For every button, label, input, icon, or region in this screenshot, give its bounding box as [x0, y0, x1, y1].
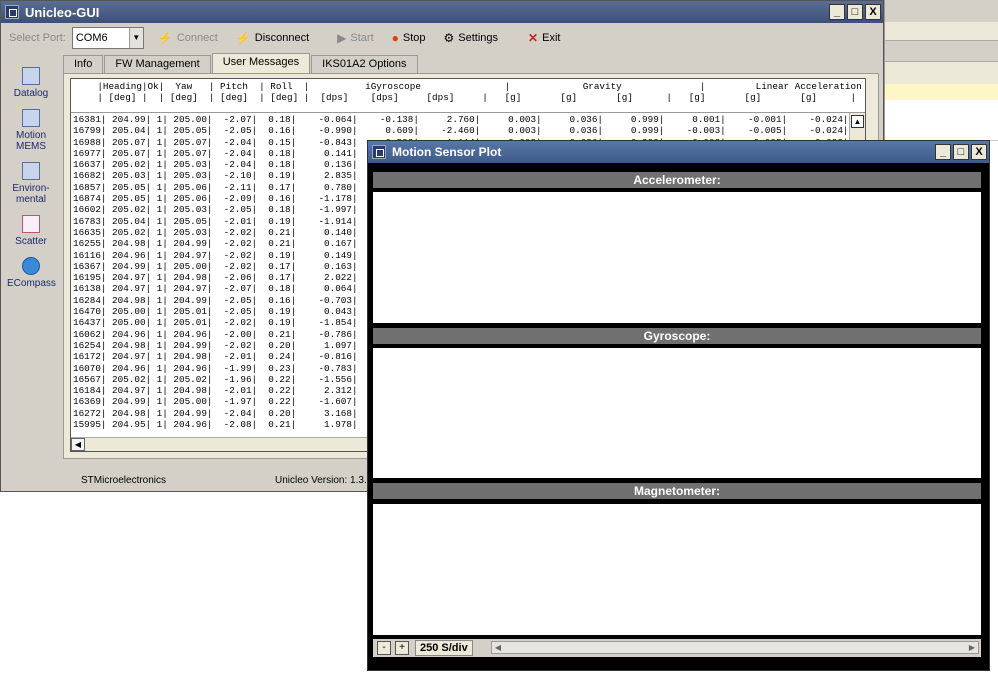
scatter-icon: [22, 215, 40, 233]
chevron-down-icon[interactable]: ▼: [128, 28, 143, 48]
start-label: Start: [350, 32, 374, 44]
compass-icon: [22, 257, 40, 275]
sidebar-item-label: Motion MEMS: [15, 130, 46, 152]
unplug-icon: ⚡: [235, 31, 251, 45]
plot-app-icon: [372, 145, 386, 159]
gyroscope-title: Gyroscope:: [373, 328, 981, 344]
chart-icon: [22, 162, 40, 180]
magnetometer-title: Magnetometer:: [373, 483, 981, 499]
sidebar-item-label: ECompass: [7, 278, 56, 289]
header-line: |Heading|Ok| Yaw | Pitch | Roll | iGyros…: [75, 81, 866, 92]
sidebar-item-motion-mems[interactable]: Motion MEMS: [7, 109, 55, 152]
gyroscope-plot-area[interactable]: [373, 348, 981, 478]
tab-iks01a2-options[interactable]: IKS01A2 Options: [311, 55, 418, 73]
stop-button[interactable]: ● Stop: [392, 31, 426, 45]
port-value: COM6: [75, 32, 108, 44]
tab-fw-management[interactable]: FW Management: [104, 55, 211, 73]
stop-label: Stop: [402, 32, 426, 44]
sidebar-item-scatter[interactable]: Scatter: [7, 215, 55, 247]
plot-window-title: Motion Sensor Plot: [392, 145, 502, 159]
connect-button[interactable]: ⚡ Connect: [158, 31, 218, 45]
sidebar-item-label: Datalog: [13, 88, 49, 99]
play-icon: ▶: [337, 31, 347, 45]
sidebar-item-datalog[interactable]: Datalog: [7, 67, 55, 99]
plug-icon: ⚡: [157, 31, 173, 45]
app-icon: [5, 5, 19, 19]
accelerometer-plot-area[interactable]: [373, 192, 981, 323]
table-row: 16799| 205.04| 1| 205.05| -2.05| 0.16| -…: [73, 125, 855, 137]
toolbar: Select Port: COM6 ▼ ⚡ Connect ⚡ Disconne…: [1, 23, 883, 53]
close-button[interactable]: X: [865, 4, 881, 20]
magnetometer-plot-area[interactable]: [373, 504, 981, 635]
gear-icon: ⚙: [443, 31, 455, 45]
save-icon: [22, 67, 40, 85]
main-titlebar[interactable]: Unicleo-GUI _ □ X: [1, 1, 883, 23]
scroll-right-icon[interactable]: ▶: [966, 642, 978, 653]
minimize-button[interactable]: _: [829, 4, 845, 20]
close-button[interactable]: X: [971, 144, 987, 160]
plot-titlebar[interactable]: Motion Sensor Plot _ □ X: [368, 141, 989, 163]
sidebar-item-label: Environ- mental: [12, 183, 50, 205]
start-button[interactable]: ▶ Start: [337, 31, 373, 45]
sidebar-item-ecompass[interactable]: ECompass: [7, 257, 56, 289]
company-label: STMicroelectronics: [81, 475, 167, 486]
motion-sensor-plot-window: Motion Sensor Plot _ □ X Accelerometer: …: [367, 140, 990, 671]
version-label: Unicleo Version: 1.3.18: [275, 475, 378, 486]
exit-button[interactable]: ✕ Exit: [528, 31, 560, 45]
background-window: [884, 0, 998, 240]
scroll-up-icon[interactable]: ▲: [851, 115, 864, 128]
plot-footer: - + 250 S/div ◀ ▶: [373, 639, 981, 657]
accelerometer-title: Accelerometer:: [373, 172, 981, 188]
sidebar-item-label: Scatter: [15, 236, 47, 247]
disconnect-button[interactable]: ⚡ Disconnect: [236, 31, 309, 45]
tab-bar: Info FW Management User Messages IKS01A2…: [63, 53, 419, 73]
plot-horizontal-scrollbar[interactable]: ◀ ▶: [491, 641, 979, 654]
table-row: 16381| 204.99| 1| 205.00| -2.07| 0.18| -…: [73, 114, 855, 125]
minimize-button[interactable]: _: [935, 144, 951, 160]
port-select[interactable]: COM6 ▼: [71, 27, 144, 49]
zoom-out-button[interactable]: -: [377, 641, 391, 655]
settings-label: Settings: [458, 32, 499, 44]
maximize-button[interactable]: □: [953, 144, 969, 160]
table-header: |Heading|Ok| Yaw | Pitch | Roll | iGyros…: [71, 79, 865, 113]
exit-x-icon: ✕: [528, 31, 539, 45]
chart-icon: [22, 109, 40, 127]
rate-display: 250 S/div: [415, 640, 473, 656]
stop-icon: ●: [391, 31, 399, 45]
header-line: | [deg] | | [deg] | [deg] | [deg] | [dps…: [75, 92, 857, 104]
scroll-left-icon[interactable]: ◀: [71, 438, 85, 451]
connect-label: Connect: [176, 32, 218, 44]
scroll-left-icon[interactable]: ◀: [492, 642, 504, 653]
disconnect-label: Disconnect: [254, 32, 310, 44]
maximize-button[interactable]: □: [847, 4, 863, 20]
settings-button[interactable]: ⚙ Settings: [444, 31, 499, 45]
window-title: Unicleo-GUI: [25, 4, 100, 20]
sidebar: Datalog Motion MEMS Environ- mental Scat…: [7, 67, 56, 299]
tab-info[interactable]: Info: [63, 55, 104, 73]
sidebar-item-environmental[interactable]: Environ- mental: [7, 162, 55, 205]
zoom-in-button[interactable]: +: [395, 641, 409, 655]
select-port-label: Select Port:: [9, 32, 66, 44]
tab-user-messages[interactable]: User Messages: [211, 53, 311, 73]
exit-label: Exit: [542, 32, 561, 44]
